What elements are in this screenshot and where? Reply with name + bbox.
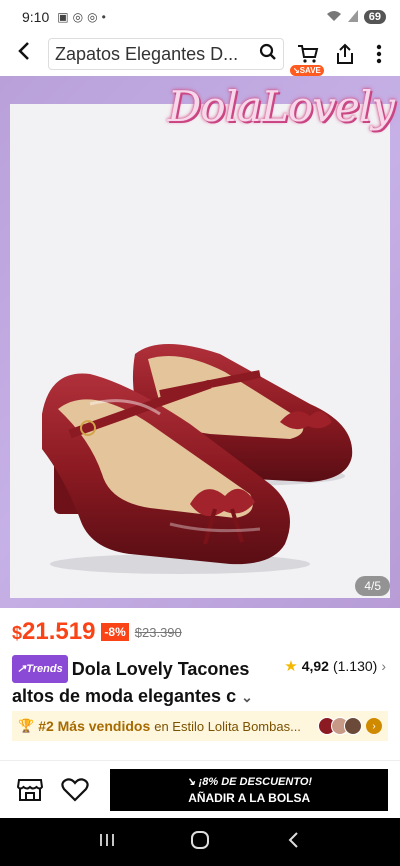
share-icon [337, 43, 353, 64]
product-photo [10, 104, 390, 598]
status-bar: 9:10 ▣ ◎ ◎ • 69 [0, 0, 400, 34]
whatsapp-icon: ◎ [72, 10, 84, 24]
wishlist-button[interactable] [57, 770, 92, 810]
arrow-right-icon[interactable]: › [366, 718, 382, 734]
system-back-icon [288, 831, 299, 848]
shoe-illustration [42, 344, 353, 574]
product-title-line-2: altos de moda elegantes c ⌄ [12, 686, 253, 706]
ranking-thumbnails [318, 717, 362, 735]
home-icon [190, 830, 209, 849]
rank-label: #2 Más vendidos [38, 718, 151, 734]
discount-badge: -8% [101, 623, 129, 641]
share-button[interactable] [328, 38, 362, 70]
add-to-bag-button[interactable]: ↘ ¡8% DE DESCUENTO! AÑADIR A LA BOLSA [110, 768, 388, 811]
promo-text: ↘ ¡8% DE DESCUENTO! [186, 775, 313, 788]
image-page-indicator: 4/5 [355, 576, 390, 596]
more-options-button[interactable] [362, 38, 396, 70]
screenshot-icon: ▣ [57, 10, 69, 24]
save-badge: ↘SAVE [290, 65, 324, 76]
rating-summary[interactable]: ★ 4,92 (1.130) › [280, 657, 386, 675]
recent-apps-button[interactable] [87, 832, 127, 853]
home-button[interactable] [180, 830, 220, 855]
whatsapp-icon-2: ◎ [87, 10, 98, 24]
brand-logo: DolaLovely [167, 82, 395, 131]
wifi-icon [326, 9, 342, 25]
bestseller-ranking-bar[interactable]: 🏆 #2 Más vendidos en Estilo Lolita Bomba… [12, 711, 388, 741]
dot-icon: • [101, 10, 106, 24]
more-vertical-icon [376, 44, 382, 64]
trophy-icon: 🏆 [18, 718, 35, 733]
cart-icon [298, 45, 319, 63]
original-price: $23.390 [134, 624, 182, 640]
cart-button[interactable]: ↘SAVE [288, 38, 328, 76]
bottom-action-bar: ↘ ¡8% DE DESCUENTO! AÑADIR A LA BOLSA [0, 760, 400, 818]
system-back-button[interactable] [273, 831, 313, 854]
clock: 9:10 [22, 9, 50, 25]
review-count: (1.130) [332, 658, 378, 674]
heart-icon [61, 777, 89, 802]
price-row: $21.519 -8% $23.390 [12, 618, 182, 646]
notification-icons: ▣ ◎ ◎ • [57, 10, 106, 24]
chevron-right-icon: › [381, 658, 386, 674]
recent-apps-icon [99, 833, 114, 846]
signal-icon [347, 9, 358, 25]
rank-category: en Estilo Lolita Bombas... [154, 718, 301, 734]
top-bar: Zapatos Elegantes D... ↘SAVE [0, 34, 400, 76]
trends-badge: ↗Trends [12, 655, 68, 683]
store-button[interactable] [12, 770, 47, 810]
back-button[interactable] [0, 41, 48, 67]
search-query: Zapatos Elegantes D... [55, 43, 239, 64]
chevron-down-icon[interactable]: ⌄ [241, 689, 253, 705]
back-arrow-icon [18, 42, 29, 60]
rating-value: 4,92 [301, 658, 329, 674]
add-to-bag-label: AÑADIR A LA BOLSA [188, 790, 311, 805]
search-input[interactable]: Zapatos Elegantes D... [48, 38, 284, 70]
battery-indicator: 69 [363, 10, 386, 24]
system-navigation-bar [0, 818, 400, 866]
product-image-carousel[interactable]: DolaLovely 4/5 [0, 76, 400, 608]
store-icon [16, 778, 43, 801]
search-icon[interactable] [259, 43, 277, 66]
star-icon: ★ [284, 658, 298, 675]
product-title-area[interactable]: ↗Trends Dola Lovely Tacones altos de moda… [12, 655, 392, 710]
current-price: $21.519 [12, 618, 96, 645]
